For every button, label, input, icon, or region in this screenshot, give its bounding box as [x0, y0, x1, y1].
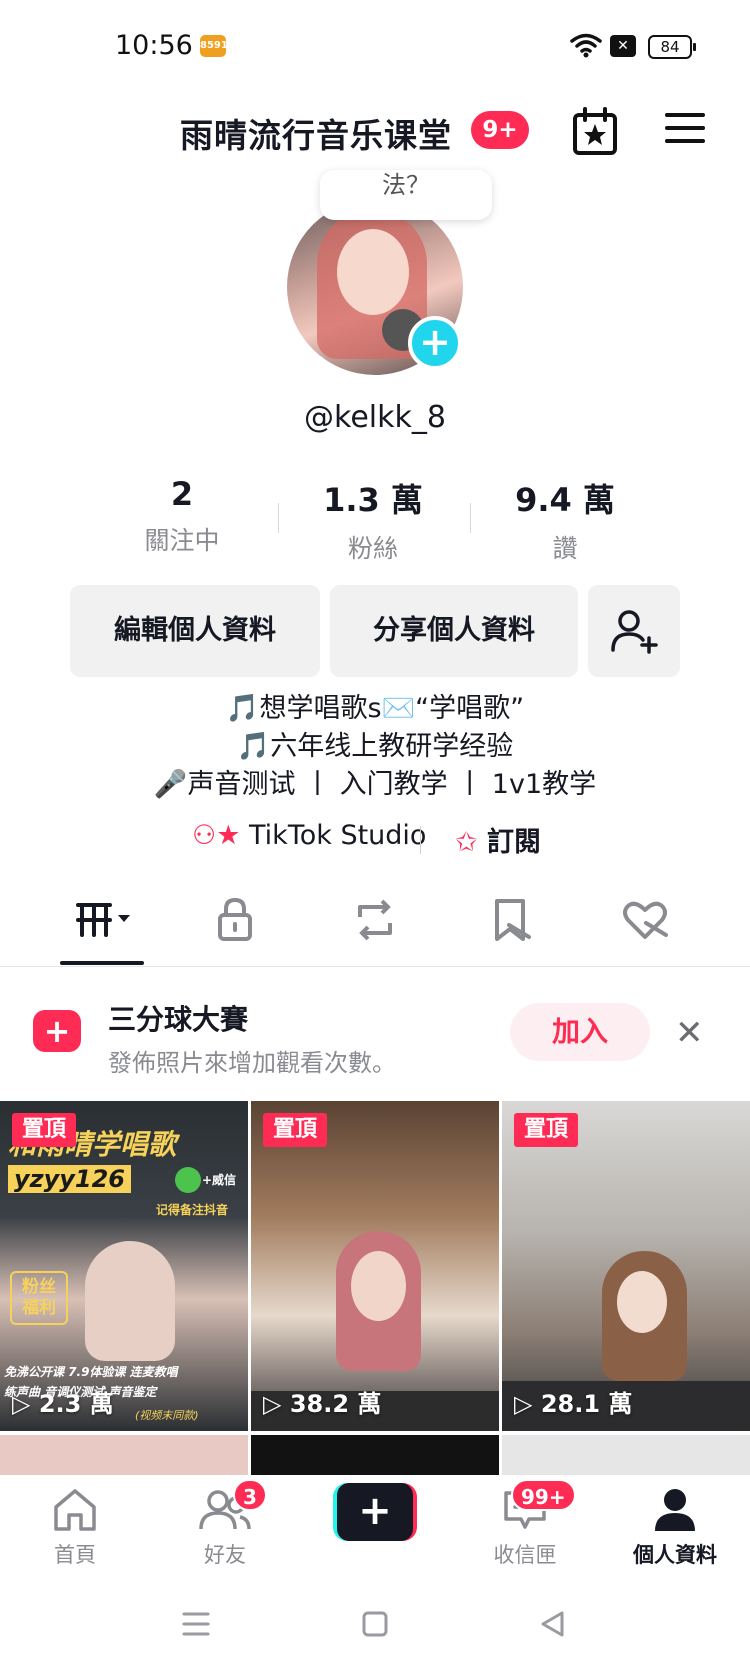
view-count: ▷ 2.3 萬: [12, 1390, 114, 1418]
bookmark-hidden-icon: [495, 899, 531, 941]
battery-indicator: 84: [648, 35, 696, 59]
back-icon[interactable]: [538, 1609, 568, 1639]
edit-profile-button[interactable]: 編輯個人資料: [70, 585, 320, 677]
view-count: ▷ 38.2 萬: [263, 1390, 382, 1418]
video-grid: 和雨晴学唱歌 yzyy126 +威信 记得备注抖音 粉丝福利 免沸公开课 7.9…: [0, 1101, 750, 1485]
nav-friends[interactable]: 好友 3: [165, 1479, 285, 1569]
nav-profile[interactable]: 個人資料: [615, 1487, 735, 1569]
tab-private[interactable]: [195, 895, 275, 955]
bottom-navigation: 首頁 好友 3 + 收信匣 99+ 個人資料: [0, 1475, 750, 1585]
wifi-icon: [570, 33, 602, 58]
home-icon: [54, 1489, 96, 1531]
status-bar: 10:56 8591 ✕ 84: [0, 0, 750, 95]
calendar-star-icon[interactable]: [572, 107, 618, 157]
promo-title: 三分球大賽: [108, 1003, 249, 1036]
repost-icon: [358, 899, 392, 941]
home-button-icon[interactable]: [360, 1609, 390, 1639]
bio-line: 🎵想学唱歌s✉️“学唱歌”: [225, 693, 525, 724]
join-button[interactable]: 加入: [510, 1003, 650, 1061]
grid-icon: [76, 903, 130, 937]
note-bubble[interactable]: 法？: [320, 170, 492, 220]
friends-badge: 3: [233, 1479, 267, 1511]
add-friend-button[interactable]: [588, 585, 680, 677]
share-profile-button[interactable]: 分享個人資料: [330, 585, 578, 677]
nav-home[interactable]: 首頁: [15, 1487, 135, 1569]
stat-likes[interactable]: 9.4 萬 讚: [470, 475, 660, 565]
pinned-badge: 置頂: [12, 1113, 77, 1147]
pinned-badge: 置頂: [514, 1113, 579, 1147]
tab-reposts[interactable]: [335, 895, 415, 955]
add-person-icon: [611, 610, 658, 654]
content-tabs: [0, 885, 750, 967]
plus-icon: +: [337, 1483, 413, 1541]
add-story-button[interactable]: +: [408, 316, 462, 370]
heart-hidden-icon: [623, 901, 668, 939]
active-tab-indicator: [60, 961, 144, 965]
challenge-promo: + 三分球大賽 發佈照片來增加觀看次數。 加入 ✕: [0, 968, 750, 1098]
inbox-badge: 99+: [511, 1479, 576, 1511]
view-count: ▷ 28.1 萬: [514, 1390, 633, 1418]
tab-videos[interactable]: [65, 895, 145, 955]
person-star-icon: ⚇★: [192, 820, 241, 851]
status-time: 10:56: [115, 30, 193, 61]
create-button[interactable]: +: [333, 1483, 417, 1541]
username-handle: @kelkk_8: [304, 400, 446, 435]
notification-badge: 9+: [471, 111, 529, 149]
bio-line: 🎤声音测试 丨 入门教学 丨 1v1教学: [153, 769, 597, 800]
system-navigation-bar: [0, 1585, 750, 1667]
stat-followers[interactable]: 1.3 萬 粉絲: [278, 475, 468, 565]
profile-icon: [655, 1489, 695, 1531]
profile-links: ⚇★ TikTok Studio ✩ 訂閱: [0, 820, 750, 864]
tiktok-studio-link[interactable]: ⚇★ TikTok Studio: [192, 820, 426, 851]
camera-plus-icon: +: [33, 1010, 81, 1052]
sim-off-icon: ✕: [610, 35, 636, 57]
bio-line: 🎵六年线上教研学经验: [236, 731, 514, 762]
tab-favorites[interactable]: [470, 895, 550, 955]
wechat-icon: [175, 1167, 201, 1193]
promo-subtitle: 發佈照片來增加觀看次數。: [108, 1049, 396, 1077]
profile-bio: 🎵想学唱歌s✉️“学唱歌” 🎵六年线上教研学经验 🎤声音测试 丨 入门教学 丨 …: [0, 690, 750, 804]
profile-display-name[interactable]: 雨晴流行音乐课堂: [180, 109, 452, 157]
stat-following[interactable]: 2 關注中: [87, 475, 277, 557]
lock-icon: [218, 897, 252, 941]
close-icon[interactable]: ✕: [675, 1013, 704, 1053]
subscribe-link[interactable]: ✩ 訂閱: [455, 820, 541, 859]
video-thumbnail[interactable]: 置頂 ▷ 28.1 萬: [502, 1101, 750, 1431]
recents-icon[interactable]: [180, 1609, 212, 1639]
notification-app-icon: 8591: [200, 35, 228, 57]
tab-liked[interactable]: [605, 895, 685, 955]
profile-stats: 2 關注中 1.3 萬 粉絲 9.4 萬 讚: [0, 475, 750, 565]
pinned-badge: 置頂: [263, 1113, 328, 1147]
subscribe-star-icon: ✩: [455, 827, 478, 858]
video-thumbnail[interactable]: 和雨晴学唱歌 yzyy126 +威信 记得备注抖音 粉丝福利 免沸公开课 7.9…: [0, 1101, 248, 1431]
menu-icon[interactable]: [665, 111, 705, 145]
nav-inbox[interactable]: 收信匣 99+: [465, 1479, 585, 1569]
video-thumbnail[interactable]: 置頂 ▷ 38.2 萬: [251, 1101, 499, 1431]
